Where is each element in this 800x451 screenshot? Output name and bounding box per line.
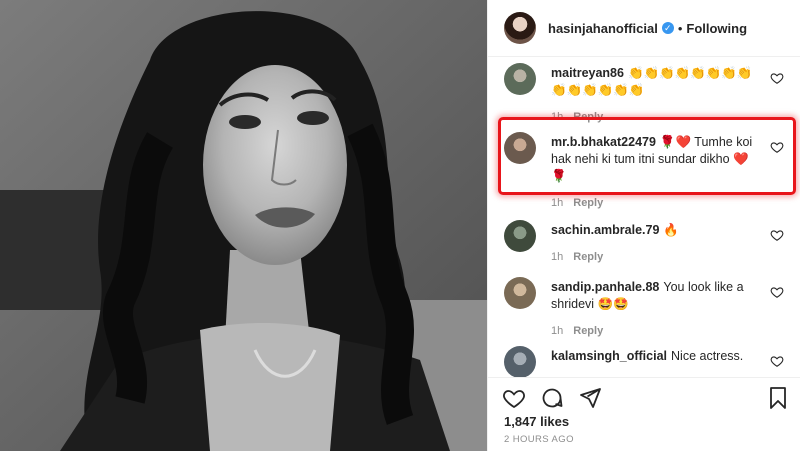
- post-side-panel: hasinjahanofficial ✓ • Following maitrey…: [487, 0, 800, 451]
- comment-body: mr.b.bhakat22479 🌹❤️ Tumhe koi hak nehi k…: [551, 134, 761, 212]
- comment-username[interactable]: kalamsingh_official: [551, 349, 667, 363]
- bookmark-icon[interactable]: [766, 386, 790, 410]
- commenter-avatar[interactable]: [504, 346, 536, 377]
- comment-username[interactable]: sandip.panhale.88: [551, 280, 659, 294]
- comment-meta: 1h Reply: [551, 109, 761, 126]
- post-actions-bar: 1,847 likes 2 HOURS AGO: [488, 377, 800, 451]
- comments-list[interactable]: maitreyan86 👏👏👏👏👏👏👏👏👏👏👏👏👏👏 1h Reply mr.b.b…: [488, 57, 800, 377]
- author-username[interactable]: hasinjahanofficial: [548, 21, 658, 36]
- portrait-image: [0, 0, 487, 451]
- comment-username[interactable]: maitreyan86: [551, 66, 624, 80]
- comment-icon[interactable]: [540, 386, 564, 410]
- post-timestamp: 2 HOURS AGO: [504, 434, 574, 445]
- separator-dot: •: [677, 20, 683, 36]
- reply-button[interactable]: Reply: [573, 325, 603, 337]
- commenter-avatar[interactable]: [504, 63, 536, 95]
- comment-body: sandip.panhale.88 You look like a shridev…: [551, 279, 761, 340]
- likes-count[interactable]: 1,847 likes: [504, 414, 569, 429]
- comment-time: 1h: [551, 197, 564, 209]
- comment-text: 🔥: [663, 223, 679, 237]
- comment-text: Nice actress.: [671, 349, 744, 363]
- like-comment-heart-icon[interactable]: [770, 140, 784, 154]
- post-photo: [0, 0, 487, 451]
- post-header: hasinjahanofficial ✓ • Following: [488, 0, 800, 57]
- comment-username[interactable]: sachin.ambrale.79: [551, 223, 659, 237]
- commenter-avatar[interactable]: [504, 132, 536, 164]
- heart-icon[interactable]: [502, 386, 526, 410]
- commenter-avatar[interactable]: [504, 220, 536, 252]
- verified-badge-icon: ✓: [661, 22, 674, 34]
- comment-meta: 1h Reply: [551, 195, 761, 212]
- comment-body: maitreyan86 👏👏👏👏👏👏👏👏👏👏👏👏👏👏 1h Reply: [551, 65, 761, 126]
- comment-username[interactable]: mr.b.bhakat22479: [551, 135, 656, 149]
- commenter-avatar[interactable]: [504, 277, 536, 309]
- following-button[interactable]: Following: [686, 21, 747, 36]
- comment-item-highlighted: mr.b.bhakat22479 🌹❤️ Tumhe koi hak nehi k…: [504, 132, 796, 209]
- comment-item: kalamsingh_official Nice actress.: [504, 346, 796, 377]
- comment-item: sandip.panhale.88 You look like a shridev…: [504, 277, 796, 337]
- comment-time: 1h: [551, 251, 564, 263]
- comment-body: kalamsingh_official Nice actress.: [551, 348, 761, 365]
- comment-time: 1h: [551, 111, 564, 123]
- author-avatar[interactable]: [504, 12, 536, 44]
- comment-body: sachin.ambrale.79 🔥 1h Reply: [551, 222, 761, 266]
- reply-button[interactable]: Reply: [573, 197, 603, 209]
- comment-meta: 1h Reply: [551, 323, 761, 340]
- comment-item: maitreyan86 👏👏👏👏👏👏👏👏👏👏👏👏👏👏 1h Reply: [504, 63, 796, 123]
- comment-meta: 1h Reply: [551, 249, 761, 266]
- comment-time: 1h: [551, 325, 564, 337]
- reply-button[interactable]: Reply: [573, 111, 603, 123]
- reply-button[interactable]: Reply: [573, 251, 603, 263]
- like-comment-heart-icon[interactable]: [770, 354, 784, 368]
- share-icon[interactable]: [578, 386, 602, 410]
- like-comment-heart-icon[interactable]: [770, 228, 784, 242]
- comment-item: sachin.ambrale.79 🔥 1h Reply: [504, 220, 796, 265]
- like-comment-heart-icon[interactable]: [770, 71, 784, 85]
- like-comment-heart-icon[interactable]: [770, 285, 784, 299]
